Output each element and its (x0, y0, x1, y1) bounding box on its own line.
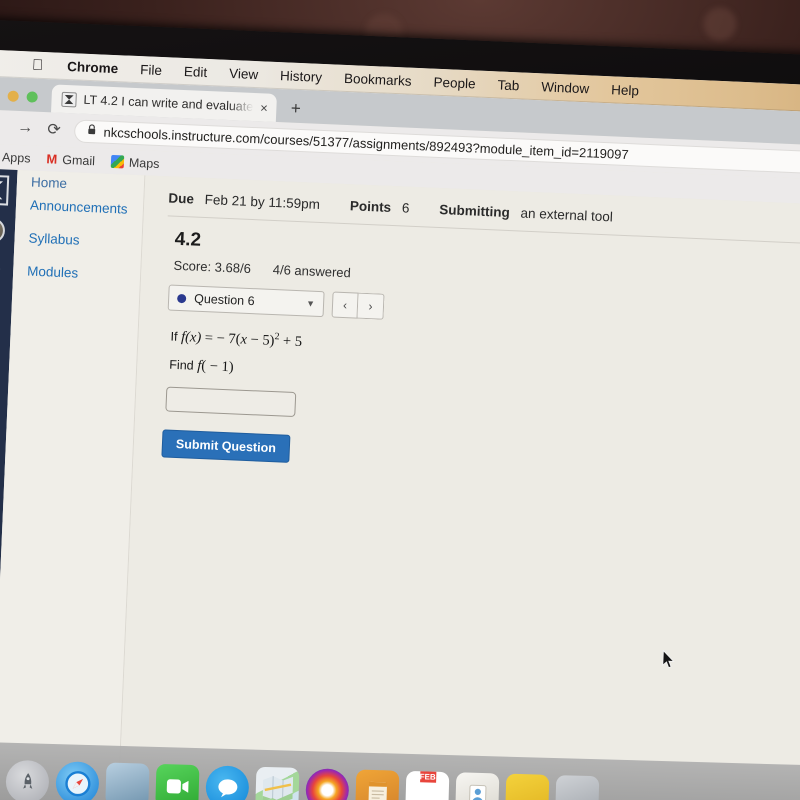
equation-coefficient: − 7( (216, 330, 241, 348)
submitting-value: an external tool (520, 205, 614, 225)
question-status-dot (177, 293, 187, 303)
prompt-lead: Find (169, 357, 194, 373)
photos-folder-icon[interactable] (105, 762, 150, 800)
close-tab-icon[interactable]: × (260, 100, 268, 115)
answered-count: 4/6 answered (272, 261, 352, 281)
previous-question-button[interactable]: ‹ (331, 291, 359, 319)
dock-extra-icon[interactable] (555, 775, 600, 800)
canvas-favicon-icon (61, 91, 77, 107)
bookmark-apps[interactable]: Apps (0, 149, 31, 165)
launchpad-icon[interactable] (5, 759, 50, 800)
sidebar-item-syllabus[interactable]: Syllabus (14, 221, 142, 259)
menu-item-file[interactable]: File (140, 62, 162, 78)
equation-exponent: 2 (274, 331, 280, 343)
prompt-argument: ( − 1) (200, 357, 234, 376)
due-label: Due (168, 190, 195, 207)
menu-item-history[interactable]: History (280, 68, 323, 85)
maps-icon (110, 154, 125, 169)
bookmark-apps-label: Apps (1, 149, 31, 166)
question-selector-dropdown[interactable]: Question 6 ▼ (167, 284, 325, 318)
contacts-icon[interactable] (455, 772, 500, 800)
maps-dock-icon[interactable] (255, 766, 300, 800)
canvas-page: 5 Home Announcements (0, 168, 800, 800)
due-meta: Due Feb 21 by 11:59pm (168, 190, 320, 211)
notes-icon[interactable] (355, 769, 400, 800)
apple-menu-icon[interactable]:  (32, 57, 44, 74)
answer-input[interactable] (165, 386, 297, 417)
forward-button[interactable]: → (17, 119, 34, 138)
facetime-icon[interactable] (155, 763, 200, 800)
question-selector-label: Question 6 (193, 291, 255, 309)
next-question-button[interactable]: › (357, 292, 385, 320)
lock-icon (87, 124, 97, 138)
bookmark-maps-label: Maps (128, 155, 160, 171)
calendar-month-label: FEB (419, 771, 436, 783)
equation-argument: (x) (184, 329, 202, 346)
submitting-label: Submitting (439, 202, 511, 221)
chevron-down-icon: ▼ (305, 298, 316, 309)
equation-lead: If (170, 329, 178, 344)
maximize-window-button[interactable] (26, 91, 38, 103)
bookmark-gmail-label: Gmail (62, 152, 96, 168)
menu-item-people[interactable]: People (433, 75, 476, 92)
window-controls (0, 90, 38, 112)
menu-item-edit[interactable]: Edit (184, 64, 208, 80)
assignment-content: Due Feb 21 by 11:59pm Points 6 Submittin… (118, 175, 800, 800)
menu-item-view[interactable]: View (229, 66, 259, 82)
menu-item-bookmarks[interactable]: Bookmarks (344, 71, 412, 89)
dashboard-icon[interactable] (0, 255, 1, 274)
score-value: Score: 3.68/6 (173, 257, 252, 277)
minimize-window-button[interactable] (7, 90, 19, 102)
question-stepper: ‹ › (331, 291, 385, 320)
browser-tab-title: LT 4.2 I can write and evaluate (83, 92, 254, 114)
points-value: 6 (401, 200, 410, 216)
equation-variable: x (240, 331, 248, 348)
menu-item-help[interactable]: Help (611, 82, 639, 98)
reminders-icon[interactable] (505, 773, 550, 800)
equation-inner-term: − 5) (250, 331, 275, 349)
safari-icon[interactable] (55, 761, 100, 800)
new-tab-button[interactable]: + (276, 98, 313, 124)
menu-item-window[interactable]: Window (541, 79, 590, 96)
messages-icon[interactable] (205, 765, 250, 800)
points-label: Points (349, 198, 392, 215)
bookmark-gmail[interactable]: M Gmail (46, 151, 95, 168)
sidebar-item-announcements[interactable]: Announcements (15, 188, 143, 226)
due-value: Feb 21 by 11:59pm (204, 192, 321, 212)
reload-button[interactable]: ⟳ (47, 119, 61, 140)
bookmark-maps[interactable]: Maps (110, 154, 160, 171)
calendar-dock-icon[interactable]: FEB (405, 770, 450, 800)
gmail-icon: M (46, 151, 58, 167)
photos-icon[interactable] (305, 768, 350, 800)
laptop-screen:  Chrome File Edit View History Bookmark… (0, 49, 800, 800)
menu-item-chrome[interactable]: Chrome (67, 59, 119, 76)
photograph-of-laptop-screen:  Chrome File Edit View History Bookmark… (0, 0, 800, 800)
canvas-logo-icon[interactable] (0, 174, 10, 206)
points-meta: Points 6 (350, 198, 410, 216)
equation-equals: = (204, 329, 214, 347)
menu-item-tab[interactable]: Tab (497, 77, 519, 93)
submit-question-button[interactable]: Submit Question (161, 429, 291, 463)
back-button[interactable]: ← (0, 118, 4, 137)
avatar[interactable] (0, 217, 5, 244)
calendar-day-area (426, 782, 428, 800)
sidebar-item-modules[interactable]: Modules (13, 254, 141, 292)
equation-tail: + 5 (282, 333, 303, 351)
submitting-meta: Submitting an external tool (439, 202, 613, 224)
